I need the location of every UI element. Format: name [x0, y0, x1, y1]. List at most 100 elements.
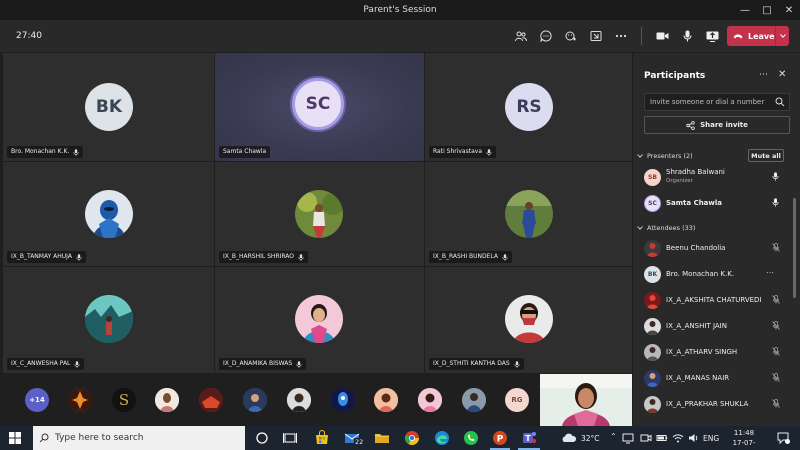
participant-name: IX_B_RASHI BUNDELA [433, 253, 499, 260]
participant-row[interactable]: IX_A_PRAKHAR SHUKLA [633, 392, 793, 418]
more-participants-button[interactable]: +14 [25, 388, 49, 412]
video-tile[interactable]: BK Bro. Monachan K.K. [3, 53, 214, 161]
microphone-icon[interactable] [772, 172, 779, 181]
participant-row[interactable]: BK Bro. Monachan K.K. ⋯ [633, 262, 793, 288]
rooms-icon[interactable] [583, 20, 608, 52]
video-tile[interactable]: IX_C_ANWESHA PAL [3, 267, 214, 373]
chevron-up-icon[interactable]: ⌃ [610, 432, 617, 441]
share-screen-icon[interactable] [700, 20, 725, 52]
panel-scrollbar[interactable] [793, 198, 796, 298]
avatar[interactable] [418, 388, 442, 412]
powerpoint-icon[interactable]: P [492, 430, 508, 446]
windows-start-icon[interactable] [9, 432, 21, 444]
video-tile[interactable]: IX_B_RASHI BUNDELA [425, 162, 632, 266]
tile-label: IX_D_ANAMIKA BISWAS [219, 358, 307, 370]
self-video-image [540, 374, 632, 426]
more-options-icon[interactable]: ⋯ [766, 268, 774, 277]
participant-row[interactable]: SB Shradha Balwani Organizer [633, 165, 793, 191]
microphone-icon[interactable] [675, 20, 700, 52]
attendees-section-toggle[interactable]: Attendees (33) [637, 224, 695, 232]
mic-off-icon[interactable] [772, 373, 780, 382]
chevron-down-icon[interactable] [775, 26, 789, 46]
minimize-icon[interactable]: — [734, 0, 756, 20]
video-tile[interactable]: IX_D_ANAMIKA BISWAS [215, 267, 424, 373]
avatar[interactable] [331, 388, 355, 412]
overflow-participants-strip: +14 S RG [0, 374, 632, 426]
whatsapp-icon[interactable] [463, 430, 479, 446]
taskbar-search-placeholder: Type here to search [55, 433, 144, 443]
video-tile[interactable]: IX_B_TANMAY AHUJA [3, 162, 214, 266]
teams-icon[interactable]: T [521, 430, 537, 446]
taskbar-clock[interactable]: 11:48 17-07-2021 [724, 428, 764, 450]
camera-icon[interactable] [650, 20, 675, 52]
avatar[interactable] [374, 388, 398, 412]
file-explorer-icon[interactable] [374, 430, 390, 446]
camera-tray-icon[interactable] [640, 432, 652, 444]
network-icon[interactable] [622, 432, 634, 444]
video-tile[interactable]: IX_D_STHITI KANTHA DAS [425, 267, 632, 373]
avatar[interactable] [199, 388, 223, 412]
share-invite-button[interactable]: Share invite [644, 116, 790, 134]
edge-icon[interactable] [434, 430, 450, 446]
participant-row[interactable]: IX_A_AKSHITA CHATURVEDI [633, 288, 793, 314]
participant-name: IX_D_STHITI KANTHA DAS [433, 360, 510, 367]
avatar[interactable] [287, 388, 311, 412]
notifications-icon[interactable] [776, 431, 790, 445]
avatar[interactable] [243, 388, 267, 412]
mic-off-icon[interactable] [772, 347, 780, 356]
participant-row[interactable]: Beenu Chandolia [633, 236, 793, 262]
participant-row[interactable]: IX_A_ATHARV SINGH [633, 340, 793, 366]
volume-icon[interactable] [688, 432, 700, 444]
self-video-preview[interactable] [540, 374, 632, 426]
avatar[interactable] [68, 388, 92, 412]
participant-row[interactable]: IX_A_ANSHIT JAIN [633, 314, 793, 340]
avatar: RS [505, 83, 553, 131]
cortana-icon[interactable] [254, 430, 270, 446]
search-icon[interactable] [775, 97, 785, 107]
toolbar-divider [641, 27, 642, 45]
mic-off-icon[interactable] [772, 243, 780, 252]
battery-icon[interactable] [656, 432, 668, 444]
reactions-icon[interactable] [558, 20, 583, 52]
maximize-icon[interactable]: □ [756, 0, 778, 20]
tile-label: IX_D_STHITI KANTHA DAS [429, 358, 524, 370]
invite-input[interactable] [650, 94, 770, 110]
mic-off-icon[interactable] [772, 399, 780, 408]
avatar[interactable]: RG [505, 388, 529, 412]
microphone-icon[interactable] [772, 198, 779, 207]
participants-icon[interactable] [508, 20, 533, 52]
video-tile[interactable]: RS Rati Shrivastava [425, 53, 632, 161]
avatar [505, 295, 553, 343]
avatar [85, 190, 133, 238]
share-icon [686, 120, 695, 130]
participant-name: Samta Chawla [666, 199, 722, 207]
avatar[interactable] [155, 388, 179, 412]
language-indicator[interactable]: ENG [703, 434, 719, 443]
more-options-icon[interactable]: ⋯ [759, 70, 768, 80]
chrome-icon[interactable] [404, 430, 420, 446]
temperature[interactable]: 32°C [581, 434, 600, 443]
presenters-section-toggle[interactable]: Presenters (2) [637, 152, 693, 160]
store-icon[interactable] [314, 430, 330, 446]
close-window-icon[interactable]: ✕ [778, 0, 800, 20]
clock-time: 11:48 [733, 429, 755, 437]
leave-button[interactable]: Leave [727, 26, 789, 46]
participant-row[interactable]: SC Samta Chawla [633, 191, 793, 217]
mic-off-icon[interactable] [772, 321, 780, 330]
video-tile[interactable]: IX_B_HARSHIL SHRIRAO [215, 162, 424, 266]
participant-row[interactable]: IX_A_MANAS NAIR [633, 366, 793, 392]
video-tile-speaking[interactable]: SC Samta Chawla [215, 53, 424, 161]
mic-off-icon[interactable] [772, 295, 780, 304]
participant-name: IX_B_TANMAY AHUJA [11, 253, 72, 260]
wifi-icon[interactable] [672, 432, 684, 444]
taskbar-search-box[interactable]: Type here to search [33, 426, 245, 450]
chat-icon[interactable] [533, 20, 558, 52]
more-actions-icon[interactable] [608, 20, 633, 52]
mute-all-button[interactable]: Mute all [748, 149, 784, 162]
weather-icon[interactable] [561, 430, 577, 446]
avatar[interactable]: S [112, 388, 136, 412]
avatar[interactable] [462, 388, 486, 412]
chevron-down-icon [637, 154, 643, 158]
close-icon[interactable]: ✕ [778, 69, 786, 80]
task-view-icon[interactable] [282, 430, 298, 446]
